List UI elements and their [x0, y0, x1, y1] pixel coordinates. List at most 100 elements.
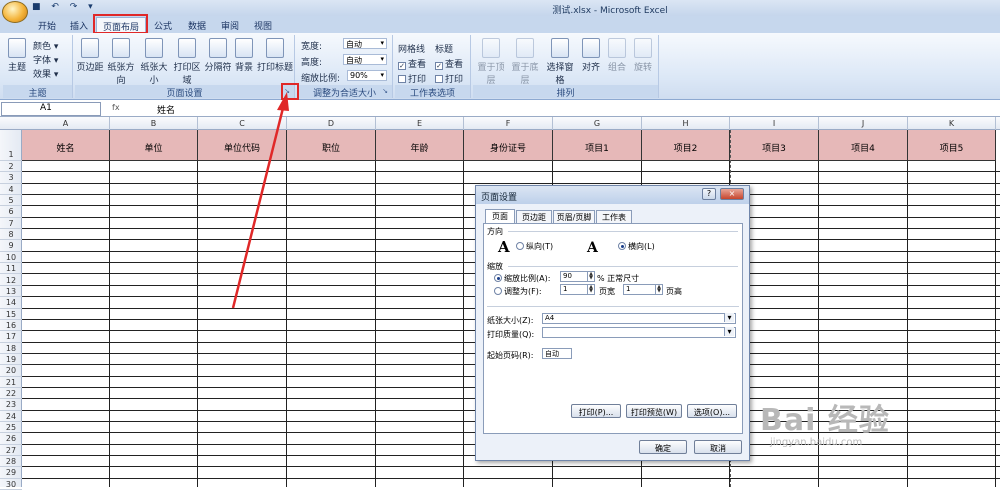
- size-button[interactable]: 纸张大小: [137, 38, 171, 86]
- scale-spinner[interactable]: 90%: [347, 70, 387, 81]
- row-header[interactable]: 4: [0, 184, 22, 196]
- group-button[interactable]: 组合: [605, 38, 629, 73]
- print-titles-button[interactable]: 打印标题: [257, 38, 293, 73]
- header-cell[interactable]: 单位: [110, 130, 198, 161]
- column-header[interactable]: I: [730, 117, 819, 130]
- row-header[interactable]: 6: [0, 206, 22, 218]
- rotate-button[interactable]: 旋转: [631, 38, 655, 73]
- office-button[interactable]: [2, 1, 28, 23]
- theme-colors-button[interactable]: 颜色 ▾: [33, 39, 58, 52]
- header-cell[interactable]: 项目2: [642, 130, 730, 161]
- formula-input[interactable]: 姓名: [157, 103, 175, 116]
- ok-button[interactable]: 确定: [639, 440, 687, 454]
- tab-margins[interactable]: 页边距: [516, 210, 552, 223]
- header-cell[interactable]: 项目3: [730, 130, 819, 161]
- row-header[interactable]: 17: [0, 331, 22, 343]
- row-header[interactable]: 16: [0, 320, 22, 332]
- column-header[interactable]: A: [22, 117, 110, 130]
- row-header[interactable]: 24: [0, 411, 22, 423]
- paper-size-select[interactable]: A4: [542, 313, 736, 324]
- row-header[interactable]: 5: [0, 195, 22, 207]
- row-header[interactable]: 26: [0, 433, 22, 445]
- row-header[interactable]: 1: [0, 130, 22, 161]
- print-preview-button[interactable]: 打印预览(W): [626, 404, 682, 418]
- column-header[interactable]: K: [908, 117, 996, 130]
- themes-button[interactable]: 主题: [5, 38, 29, 73]
- row-header[interactable]: 10: [0, 252, 22, 264]
- options-button[interactable]: 选项(O)...: [687, 404, 737, 418]
- tab-sheet[interactable]: 工作表: [596, 210, 632, 223]
- gridlines-view-checkbox[interactable]: ✓ 查看: [398, 57, 426, 70]
- tab-home[interactable]: 开始: [36, 17, 58, 33]
- column-header[interactable]: F: [464, 117, 553, 130]
- gridlines-print-checkbox[interactable]: 打印: [398, 72, 426, 85]
- theme-effects-button[interactable]: 效果 ▾: [33, 67, 58, 80]
- row-header[interactable]: 7: [0, 218, 22, 230]
- tab-view[interactable]: 视图: [252, 17, 274, 33]
- row-header[interactable]: 15: [0, 309, 22, 320]
- width-dropdown[interactable]: 自动: [343, 38, 387, 49]
- row-header[interactable]: 30: [0, 479, 22, 490]
- fit-wide-input[interactable]: 1 ▲ ▼: [560, 284, 595, 295]
- name-box[interactable]: A1: [1, 102, 101, 116]
- fit-launcher-icon[interactable]: ↘: [380, 87, 390, 97]
- print-area-button[interactable]: 打印区域: [170, 38, 204, 86]
- bring-front-button[interactable]: 置于顶层: [475, 38, 507, 86]
- margins-button[interactable]: 页边距: [76, 38, 104, 73]
- column-header[interactable]: D: [287, 117, 376, 130]
- tab-header-footer[interactable]: 页眉/页脚: [553, 210, 595, 223]
- scale-percent-input[interactable]: 90 ▲ ▼: [560, 271, 595, 282]
- row-header[interactable]: 21: [0, 377, 22, 388]
- column-header[interactable]: H: [642, 117, 730, 130]
- header-cell[interactable]: 职位: [287, 130, 376, 161]
- column-header[interactable]: B: [110, 117, 198, 130]
- row-header[interactable]: 19: [0, 354, 22, 366]
- background-button[interactable]: 背景: [232, 38, 256, 73]
- column-header[interactable]: C: [198, 117, 287, 130]
- fit-to-radio[interactable]: 调整为(F):: [494, 286, 542, 297]
- header-cell[interactable]: 姓名: [22, 130, 110, 161]
- row-header[interactable]: 2: [0, 161, 22, 173]
- row-header[interactable]: 29: [0, 467, 22, 479]
- row-header[interactable]: 22: [0, 388, 22, 400]
- header-cell[interactable]: 单位代码: [198, 130, 287, 161]
- adjust-to-radio[interactable]: 缩放比例(A):: [494, 273, 550, 284]
- row-header[interactable]: 20: [0, 365, 22, 377]
- header-cell[interactable]: 身份证号: [464, 130, 553, 161]
- row-header[interactable]: 8: [0, 229, 22, 241]
- cancel-button[interactable]: 取消: [694, 440, 742, 454]
- spinner-icon[interactable]: ▲ ▼: [655, 285, 662, 294]
- theme-fonts-button[interactable]: 字体 ▾: [33, 53, 58, 66]
- row-header[interactable]: 28: [0, 456, 22, 468]
- tab-review[interactable]: 审阅: [219, 17, 241, 33]
- row-header[interactable]: 18: [0, 343, 22, 354]
- align-button[interactable]: 对齐: [579, 38, 603, 73]
- height-dropdown[interactable]: 自动: [343, 54, 387, 65]
- row-header[interactable]: 27: [0, 445, 22, 457]
- print-quality-select[interactable]: [542, 327, 736, 338]
- header-cell[interactable]: 年龄: [376, 130, 464, 161]
- headings-print-checkbox[interactable]: 打印: [435, 72, 463, 85]
- header-cell[interactable]: 项目4: [819, 130, 908, 161]
- fit-tall-input[interactable]: 1 ▲ ▼: [623, 284, 663, 295]
- row-header[interactable]: 3: [0, 172, 22, 184]
- fx-icon[interactable]: fx: [112, 103, 150, 115]
- send-back-button[interactable]: 置于底层: [509, 38, 541, 86]
- portrait-radio[interactable]: 纵向(T): [516, 241, 553, 252]
- row-header[interactable]: 13: [0, 286, 22, 298]
- row-header[interactable]: 11: [0, 263, 22, 275]
- header-cell[interactable]: 项目5: [908, 130, 996, 161]
- breaks-button[interactable]: 分隔符: [204, 38, 232, 73]
- tab-data[interactable]: 数据: [186, 17, 208, 33]
- column-header[interactable]: E: [376, 117, 464, 130]
- headings-view-checkbox[interactable]: ✓ 查看: [435, 57, 463, 70]
- row-header[interactable]: 14: [0, 297, 22, 309]
- selection-pane-button[interactable]: 选择窗格: [543, 38, 577, 86]
- header-cell[interactable]: 项目1: [553, 130, 642, 161]
- tab-insert[interactable]: 插入: [68, 17, 90, 33]
- landscape-radio[interactable]: 横向(L): [618, 241, 655, 252]
- spinner-icon[interactable]: ▲ ▼: [587, 285, 594, 294]
- help-button[interactable]: ?: [702, 188, 716, 200]
- first-page-input[interactable]: 自动: [542, 348, 572, 359]
- column-header[interactable]: G: [553, 117, 642, 130]
